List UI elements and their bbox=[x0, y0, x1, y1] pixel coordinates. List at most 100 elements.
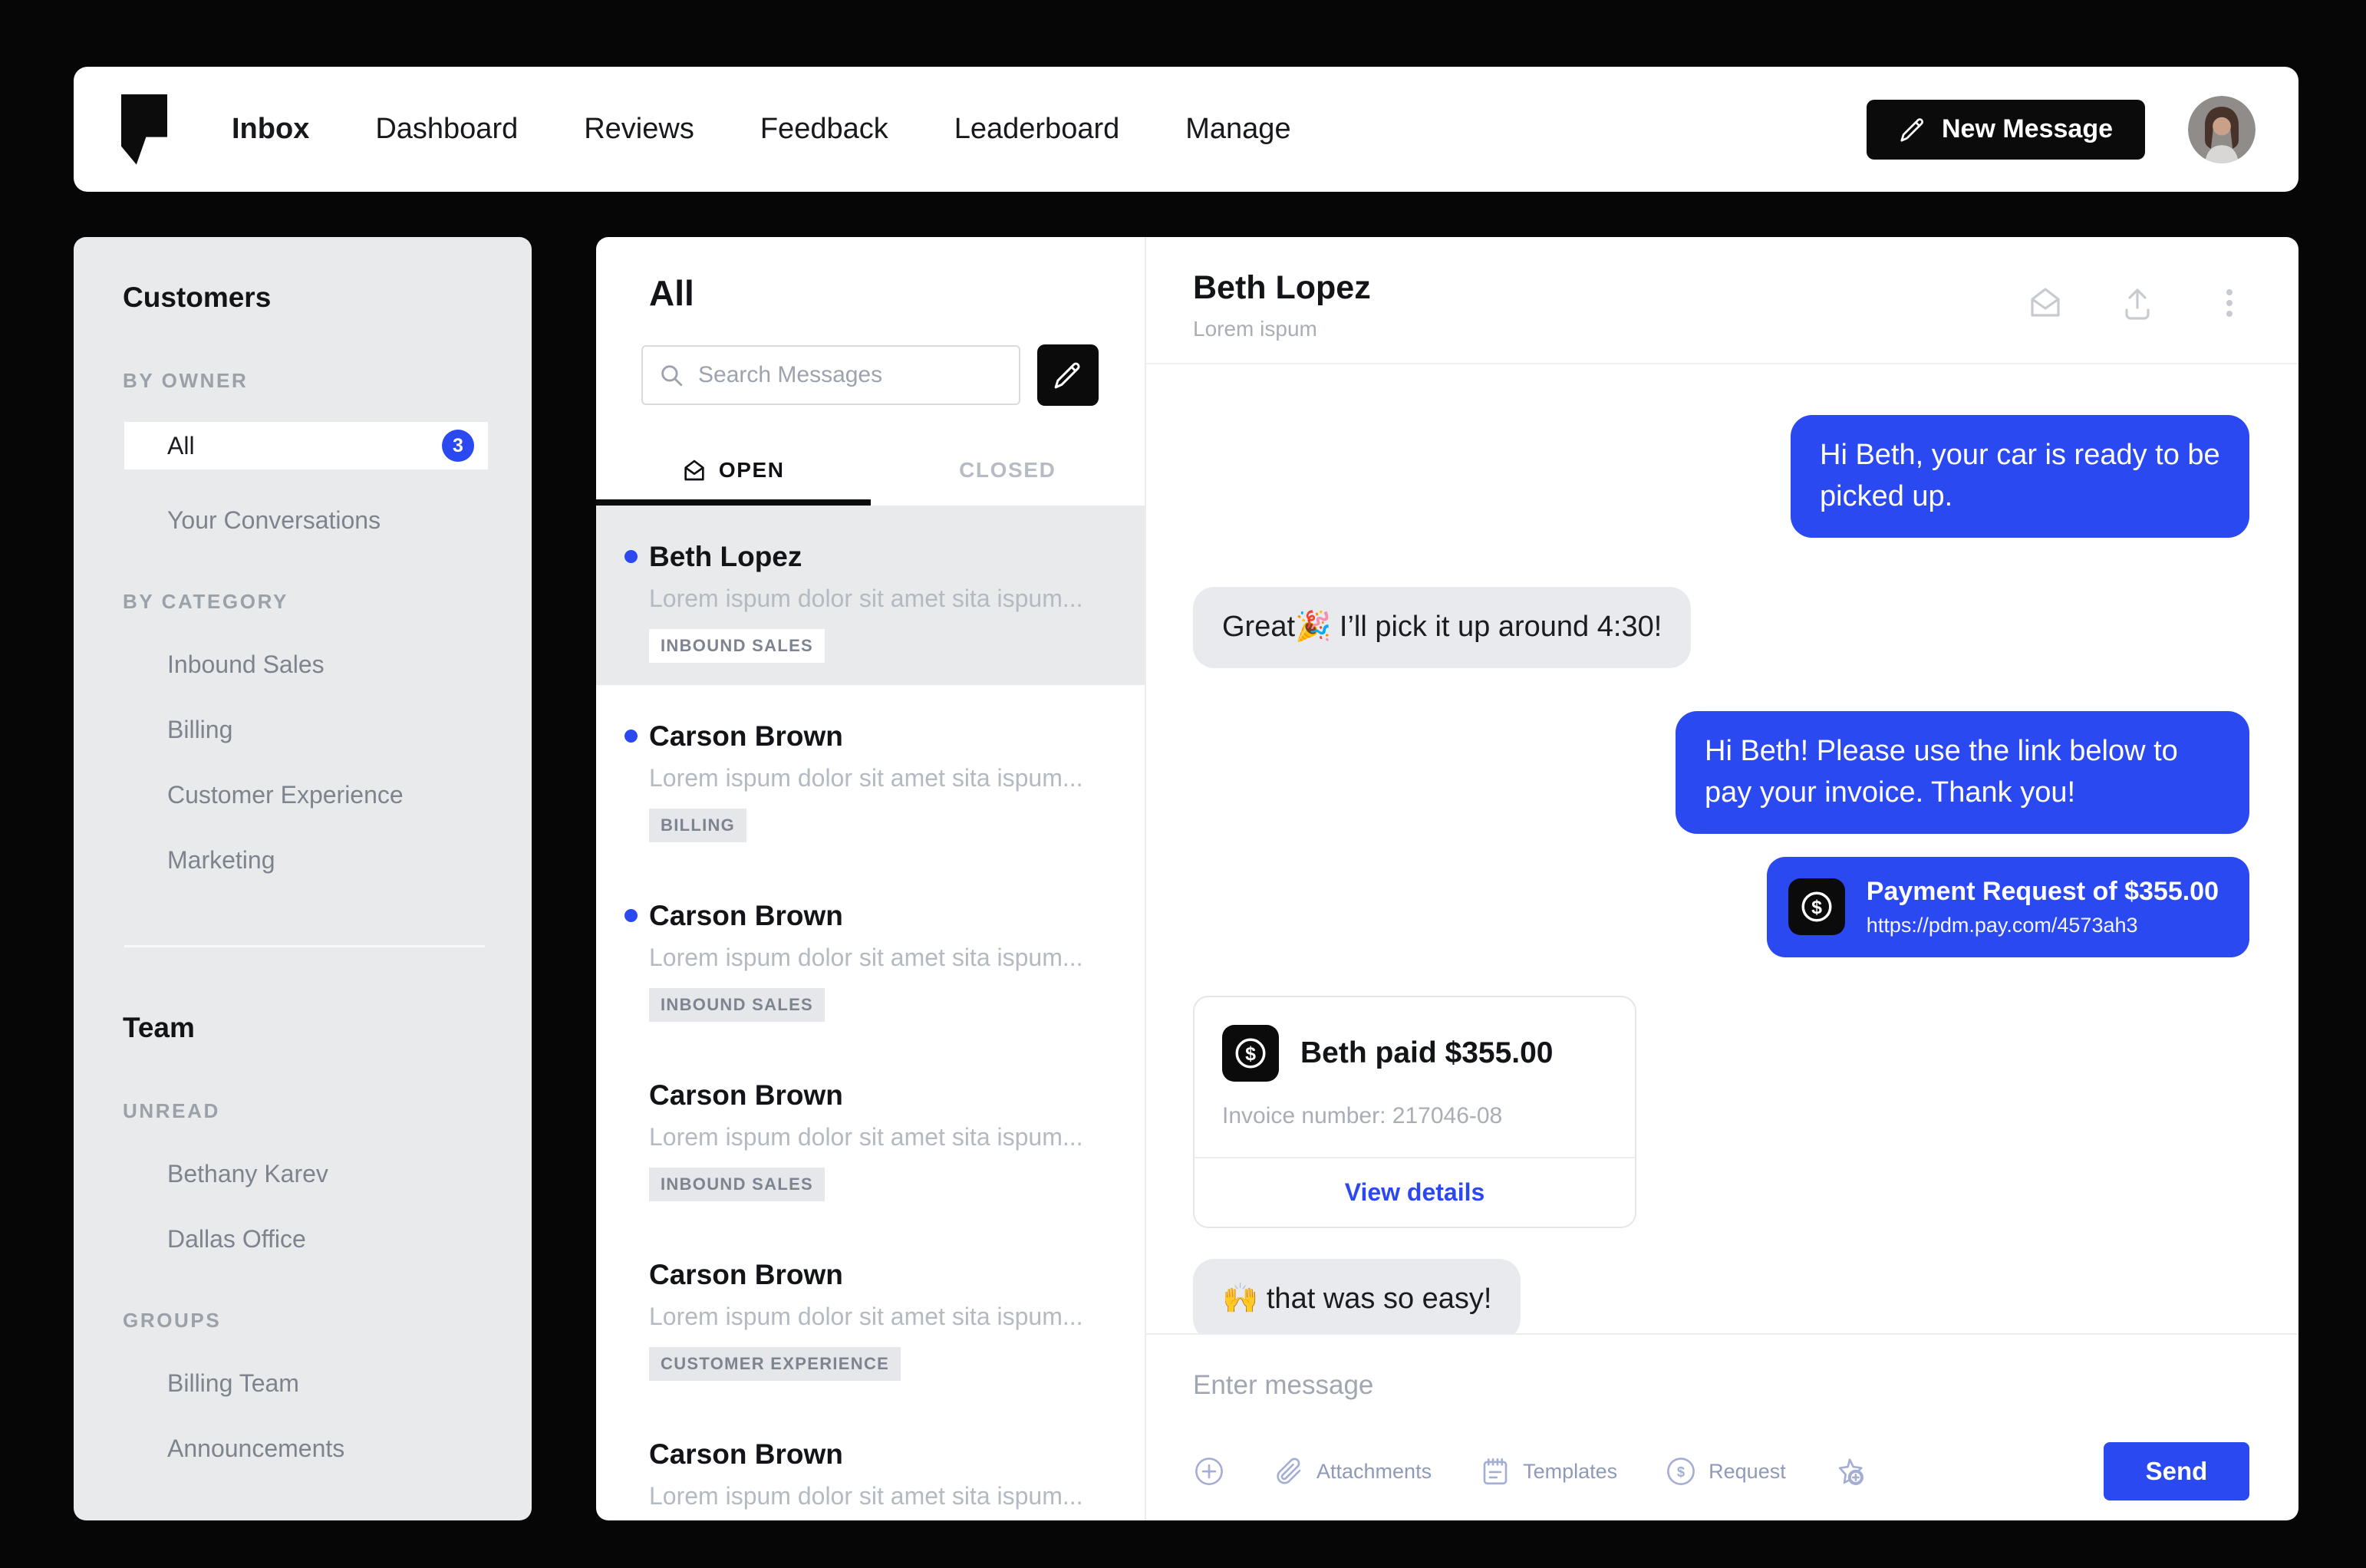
star-plus-icon bbox=[1838, 1458, 1863, 1485]
add-button[interactable] bbox=[1193, 1455, 1225, 1487]
templates-button[interactable]: Templates bbox=[1479, 1455, 1617, 1487]
sidebar-section-by-category: BY CATEGORY bbox=[123, 590, 288, 613]
conversation-list: All OP bbox=[596, 237, 1146, 1520]
message-input[interactable] bbox=[1193, 1362, 1827, 1408]
user-avatar[interactable] bbox=[2188, 95, 2256, 163]
sidebar-item-billing-team[interactable]: Billing Team bbox=[74, 1369, 532, 1398]
conversation-tag: INBOUND SALES bbox=[649, 629, 825, 663]
message-composer: Attachments Templates $ bbox=[1146, 1333, 2298, 1520]
notepad-icon bbox=[1483, 1458, 1508, 1485]
conversation-preview: Lorem ispum dolor sit amet sita ispum... bbox=[649, 1123, 1083, 1151]
search-icon bbox=[661, 365, 683, 387]
nav-item-feedback[interactable]: Feedback bbox=[760, 113, 888, 146]
conversation-row-beth-lopez[interactable]: Beth Lopez Lorem ispum dolor sit amet si… bbox=[596, 506, 1145, 685]
message-thread: Hi Beth, your car is ready to be picked … bbox=[1146, 364, 2298, 1333]
view-details-link[interactable]: View details bbox=[1195, 1156, 1635, 1227]
kebab-menu-icon[interactable] bbox=[2211, 285, 2248, 321]
nav-item-reviews[interactable]: Reviews bbox=[584, 113, 694, 146]
tab-closed[interactable]: CLOSED bbox=[871, 441, 1145, 506]
conversation-tag: INBOUND SALES bbox=[649, 988, 825, 1022]
payment-request-bubble[interactable]: $ Payment Request of $355.00 https://pdm… bbox=[1766, 856, 2249, 957]
compose-button[interactable] bbox=[1037, 344, 1099, 406]
sidebar-item-your-conversations[interactable]: Your Conversations bbox=[74, 506, 532, 535]
sidebar-item-customer-experience[interactable]: Customer Experience bbox=[74, 781, 532, 809]
conversation-preview: Lorem ispum dolor sit amet sita ispum... bbox=[649, 764, 1083, 792]
sidebar-item-marketing[interactable]: Marketing bbox=[74, 846, 532, 875]
conversation-name: Carson Brown bbox=[649, 1438, 843, 1470]
conversation-preview: Lorem ispum dolor sit amet sita ispum... bbox=[649, 1482, 1083, 1510]
svg-text:$: $ bbox=[1811, 897, 1822, 918]
payment-card-invoice: Invoice number: 217046-08 bbox=[1222, 1102, 1503, 1128]
nav-item-inbox[interactable]: Inbox bbox=[232, 113, 309, 146]
composer-toolbar: Attachments Templates $ Request Send bbox=[1193, 1442, 2249, 1500]
review-invite-button[interactable] bbox=[1834, 1455, 1866, 1487]
new-message-button[interactable]: New Message bbox=[1867, 99, 2145, 160]
share-export-icon[interactable] bbox=[2119, 285, 2156, 321]
conversation-row-carson-brown-1[interactable]: Carson Brown Lorem ispum dolor sit amet … bbox=[596, 685, 1145, 865]
open-inbox-icon bbox=[684, 460, 704, 481]
sidebar-section-groups: GROUPS bbox=[123, 1309, 222, 1332]
svg-text:$: $ bbox=[1677, 1464, 1685, 1480]
chat-panel: Beth Lopez Lorem ispum Hi Beth, your car… bbox=[1146, 237, 2298, 1520]
conversation-row-carson-brown-5[interactable]: Carson Brown Lorem ispum dolor sit amet … bbox=[596, 1403, 1145, 1520]
conversation-preview: Lorem ispum dolor sit amet sita ispum... bbox=[649, 1303, 1083, 1330]
payment-request-button[interactable]: $ Request bbox=[1665, 1455, 1786, 1487]
paperclip-icon bbox=[1277, 1458, 1301, 1484]
attachments-button[interactable]: Attachments bbox=[1273, 1455, 1432, 1487]
dollar-circle-icon: $ bbox=[1667, 1458, 1695, 1485]
plus-circle-icon bbox=[1195, 1458, 1223, 1485]
sidebar-team-title: Team bbox=[123, 1012, 195, 1043]
conversation-preview: Lorem ispum dolor sit amet sita ispum... bbox=[649, 944, 1083, 971]
chat-title: Beth Lopez bbox=[1193, 269, 1371, 306]
request-label: Request bbox=[1709, 1459, 1786, 1483]
tab-open[interactable]: OPEN bbox=[596, 441, 871, 506]
sidebar-divider bbox=[124, 945, 485, 947]
sidebar-item-dallas-office[interactable]: Dallas Office bbox=[74, 1225, 532, 1253]
templates-label: Templates bbox=[1523, 1459, 1618, 1483]
conversation-name: Carson Brown bbox=[649, 1079, 843, 1111]
sidebar-item-all[interactable]: All 3 bbox=[124, 422, 488, 469]
main-panel: All OP bbox=[596, 237, 2298, 1520]
conversation-name: Carson Brown bbox=[649, 720, 843, 752]
top-nav: Inbox Dashboard Reviews Feedback Leaderb… bbox=[74, 67, 2298, 192]
sidebar-item-announcements[interactable]: Announcements bbox=[74, 1435, 532, 1463]
nav-item-leaderboard[interactable]: Leaderboard bbox=[954, 113, 1120, 146]
sidebar-title: Customers bbox=[123, 282, 272, 313]
incoming-message: 🙌 that was so easy! bbox=[1193, 1258, 1521, 1333]
search-input[interactable] bbox=[697, 361, 1003, 389]
list-title: All bbox=[649, 273, 694, 313]
incoming-message: Great🎉 I’ll pick it up around 4:30! bbox=[1193, 586, 1692, 668]
sidebar-item-billing[interactable]: Billing bbox=[74, 716, 532, 744]
send-button[interactable]: Send bbox=[2104, 1442, 2249, 1500]
conversation-row-carson-brown-2[interactable]: Carson Brown Lorem ispum dolor sit amet … bbox=[596, 865, 1145, 1044]
conversation-row-carson-brown-3[interactable]: Carson Brown Lorem ispum dolor sit amet … bbox=[596, 1044, 1145, 1224]
chat-header: Beth Lopez Lorem ispum bbox=[1146, 237, 2298, 364]
outgoing-message: Hi Beth! Please use the link below to pa… bbox=[1676, 710, 2249, 834]
sidebar-section-unread: UNREAD bbox=[123, 1099, 220, 1122]
mark-open-envelope-icon[interactable] bbox=[2027, 285, 2064, 321]
conversation-row-carson-brown-4[interactable]: Carson Brown Lorem ispum dolor sit amet … bbox=[596, 1224, 1145, 1403]
dollar-badge-icon: $ bbox=[1788, 878, 1845, 936]
search-box bbox=[641, 345, 1020, 405]
primary-nav: Inbox Dashboard Reviews Feedback Leaderb… bbox=[232, 113, 1291, 146]
outgoing-message: Hi Beth, your car is ready to be picked … bbox=[1791, 415, 2249, 538]
conversation-tag: CUSTOMER EXPERIENCE bbox=[649, 1347, 901, 1381]
sidebar-section-by-owner: BY OWNER bbox=[123, 369, 249, 392]
payment-request-title: Payment Request of $355.00 bbox=[1866, 876, 2219, 906]
new-message-label: New Message bbox=[1942, 114, 2113, 143]
avatar-portrait bbox=[2188, 95, 2256, 163]
sidebar: Customers BY OWNER All 3 Your Conversati… bbox=[74, 237, 532, 1520]
sidebar-item-bethany-karev[interactable]: Bethany Karev bbox=[74, 1160, 532, 1188]
pencil-icon bbox=[1054, 362, 1080, 389]
payment-request-link[interactable]: https://pdm.pay.com/4573ah3 bbox=[1867, 914, 2219, 937]
payment-card-title: Beth paid $355.00 bbox=[1300, 1036, 1554, 1069]
nav-item-manage[interactable]: Manage bbox=[1185, 113, 1290, 146]
nav-item-dashboard[interactable]: Dashboard bbox=[375, 113, 518, 146]
chat-subtitle: Lorem ispum bbox=[1193, 317, 1317, 341]
conversation-tag: INBOUND SALES bbox=[649, 1168, 825, 1201]
payment-card-header: $ Beth paid $355.00 bbox=[1195, 997, 1635, 1082]
podium-logo-icon bbox=[121, 94, 167, 165]
tab-open-label: OPEN bbox=[718, 458, 785, 482]
sidebar-item-inbound-sales[interactable]: Inbound Sales bbox=[74, 651, 532, 679]
dollar-badge-icon: $ bbox=[1222, 1024, 1279, 1082]
